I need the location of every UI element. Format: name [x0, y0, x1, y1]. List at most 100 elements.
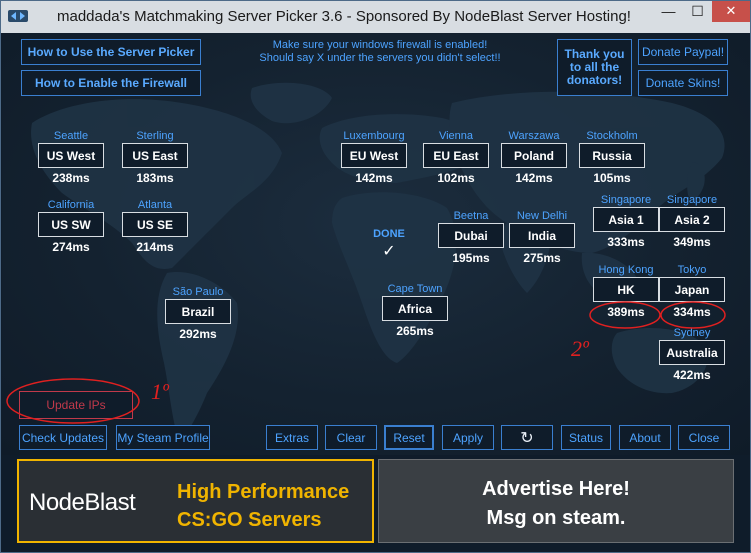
server-ping: 389ms — [607, 305, 645, 319]
server-sao-paulo[interactable]: São Paulo Brazil 292ms — [165, 285, 231, 341]
server-singapore-1[interactable]: Singapore Asia 1 333ms — [593, 193, 659, 249]
close-button[interactable]: Close — [678, 425, 730, 450]
server-city: Tokyo — [677, 264, 707, 276]
server-luxembourg[interactable]: Luxembourg EU West 142ms — [341, 129, 407, 185]
refresh-icon[interactable]: ↻ — [501, 425, 553, 450]
server-ping: 334ms — [673, 305, 711, 319]
server-ping: 422ms — [673, 368, 711, 382]
check-icon: ✓ — [382, 243, 396, 260]
server-city: Warszawa — [508, 130, 560, 142]
extras-button[interactable]: Extras — [266, 425, 318, 450]
server-ping: 195ms — [452, 251, 490, 265]
maximize-button[interactable]: ☐ — [684, 1, 711, 22]
server-button[interactable]: India — [509, 223, 575, 248]
server-ping: 142ms — [515, 171, 553, 185]
server-sterling[interactable]: Sterling US East 183ms — [122, 129, 188, 185]
server-city: Seattle — [53, 130, 89, 142]
server-ping: 265ms — [396, 324, 434, 338]
server-city: Hong Kong — [598, 264, 654, 276]
server-button[interactable]: Australia — [659, 340, 725, 365]
server-city: Atlanta — [137, 199, 173, 211]
server-city: Beetna — [453, 210, 489, 222]
server-ping: 214ms — [136, 240, 174, 254]
server-button[interactable]: Japan — [659, 277, 725, 302]
advertise-line-2: Msg on steam. — [486, 507, 626, 529]
server-ping: 238ms — [52, 171, 90, 185]
update-ips-button[interactable]: Update IPs — [19, 391, 133, 419]
server-beetna[interactable]: Beetna Dubai 195ms — [438, 209, 504, 265]
server-stockholm[interactable]: Stockholm Russia 105ms — [579, 129, 645, 185]
server-new-delhi[interactable]: New Delhi India 275ms — [509, 209, 575, 265]
server-tokyo[interactable]: Tokyo Japan 334ms — [659, 263, 725, 319]
server-button[interactable]: US East — [122, 143, 188, 168]
server-button[interactable]: US West — [38, 143, 104, 168]
server-button[interactable]: Brazil — [165, 299, 231, 324]
donate-paypal-button[interactable]: Donate Paypal! — [638, 39, 728, 65]
server-button[interactable]: Asia 1 — [593, 207, 659, 232]
notice-line-2: Should say X under the servers you didn'… — [259, 52, 501, 64]
server-city: Stockholm — [586, 130, 638, 142]
server-cape-town[interactable]: Cape Town Africa 265ms — [382, 282, 448, 338]
server-button[interactable]: US SE — [122, 212, 188, 237]
server-city: Cape Town — [387, 283, 443, 295]
server-button[interactable]: Asia 2 — [659, 207, 725, 232]
minimize-button[interactable]: — — [655, 1, 682, 22]
server-ping: 183ms — [136, 171, 174, 185]
server-ping: 142ms — [355, 171, 393, 185]
server-california[interactable]: California US SW 274ms — [38, 198, 104, 254]
app-logo-icon — [8, 10, 28, 22]
advertise-banner[interactable]: Advertise Here! Msg on steam. — [378, 459, 734, 543]
about-button[interactable]: About — [619, 425, 671, 450]
server-city: New Delhi — [516, 210, 568, 222]
server-city: Sydney — [673, 327, 711, 339]
server-city: Sterling — [136, 130, 174, 142]
server-atlanta[interactable]: Atlanta US SE 214ms — [122, 198, 188, 254]
close-window-button[interactable]: ✕ — [712, 1, 750, 22]
server-button[interactable]: EU East — [423, 143, 489, 168]
reset-button[interactable]: Reset — [384, 425, 434, 450]
server-ping: 333ms — [607, 235, 645, 249]
how-to-use-button[interactable]: How to Use the Server Picker — [21, 39, 201, 65]
clear-button[interactable]: Clear — [325, 425, 377, 450]
apply-button[interactable]: Apply — [442, 425, 494, 450]
server-button[interactable]: US SW — [38, 212, 104, 237]
server-city: Singapore — [666, 194, 718, 206]
server-city: California — [47, 199, 95, 211]
server-warszawa[interactable]: Warszawa Poland 142ms — [501, 129, 567, 185]
server-button[interactable]: Poland — [501, 143, 567, 168]
server-city: Vienna — [438, 130, 474, 142]
server-sydney[interactable]: Sydney Australia 422ms — [659, 326, 725, 382]
server-button[interactable]: EU West — [341, 143, 407, 168]
banner-tagline-1: High Performance — [177, 481, 350, 503]
banner-tagline-2: CS:GO Servers — [177, 509, 322, 531]
nodeblast-banner[interactable]: NodeBlast High Performance CS:GO Servers — [17, 459, 374, 543]
server-singapore-2[interactable]: Singapore Asia 2 349ms — [659, 193, 725, 249]
donate-skins-button[interactable]: Donate Skins! — [638, 70, 728, 96]
server-city: Singapore — [600, 194, 652, 206]
server-button[interactable]: Africa — [382, 296, 448, 321]
server-seattle[interactable]: Seattle US West 238ms — [38, 129, 104, 185]
server-city: Luxembourg — [343, 130, 405, 142]
advertise-line-1: Advertise Here! — [482, 478, 630, 500]
server-hong-kong[interactable]: Hong Kong HK 389ms — [593, 263, 659, 319]
title-bar[interactable]: maddada's Matchmaking Server Picker 3.6 … — [1, 1, 750, 33]
how-to-firewall-button[interactable]: How to Enable the Firewall — [21, 70, 201, 96]
server-ping: 274ms — [52, 240, 90, 254]
steam-profile-button[interactable]: My Steam Profile — [116, 425, 210, 450]
server-button[interactable]: Russia — [579, 143, 645, 168]
window-title: maddada's Matchmaking Server Picker 3.6 … — [57, 8, 631, 25]
notice-line-1: Make sure your windows firewall is enabl… — [272, 39, 488, 51]
server-button[interactable]: HK — [593, 277, 659, 302]
server-button[interactable]: Dubai — [438, 223, 504, 248]
server-ping: 349ms — [673, 235, 711, 249]
nodeblast-logo: NodeBlast — [29, 489, 136, 516]
server-ping: 292ms — [179, 327, 217, 341]
server-vienna[interactable]: Vienna EU East 102ms — [423, 129, 489, 185]
server-ping: 102ms — [437, 171, 475, 185]
check-updates-button[interactable]: Check Updates — [19, 425, 107, 450]
server-city: São Paulo — [172, 286, 224, 298]
thank-donators-button[interactable]: Thank you to all the donators! — [557, 39, 632, 96]
status-button[interactable]: Status — [561, 425, 611, 450]
done-label: DONE — [373, 228, 405, 240]
server-ping: 105ms — [593, 171, 631, 185]
